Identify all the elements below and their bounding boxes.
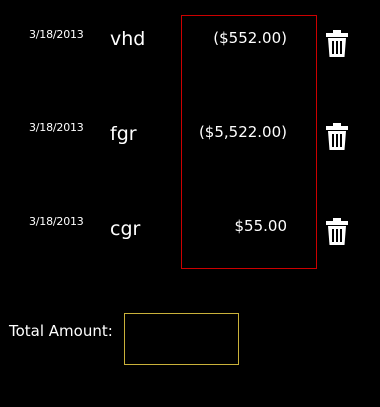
trash-icon[interactable]: [325, 123, 349, 151]
transaction-amount: $55.00: [234, 217, 288, 235]
total-amount-label: Total Amount:: [9, 322, 113, 340]
transaction-amount: ($5,522.00): [198, 123, 287, 141]
trash-icon[interactable]: [325, 30, 349, 58]
transaction-date: 3/18/2013: [29, 215, 84, 228]
transaction-name: fgr: [110, 123, 137, 145]
transaction-amount: ($552.00): [213, 29, 287, 47]
transaction-row: 3/18/2013 cgr $55.00: [0, 215, 380, 255]
transaction-date: 3/18/2013: [29, 28, 84, 41]
transaction-row: 3/18/2013 vhd ($552.00): [0, 28, 380, 68]
trash-icon-graphic: [326, 30, 348, 57]
transaction-name: vhd: [110, 28, 146, 50]
transaction-name: cgr: [110, 218, 141, 240]
trash-icon-graphic: [326, 218, 348, 245]
transactions-screen: 3/18/2013 vhd ($552.00) 3/18/2013 fgr ($…: [0, 0, 380, 407]
trash-icon-graphic: [326, 123, 348, 150]
transaction-row: 3/18/2013 fgr ($5,522.00): [0, 121, 380, 161]
trash-icon[interactable]: [325, 218, 349, 246]
total-amount-field[interactable]: [124, 313, 239, 365]
transaction-date: 3/18/2013: [29, 121, 84, 134]
